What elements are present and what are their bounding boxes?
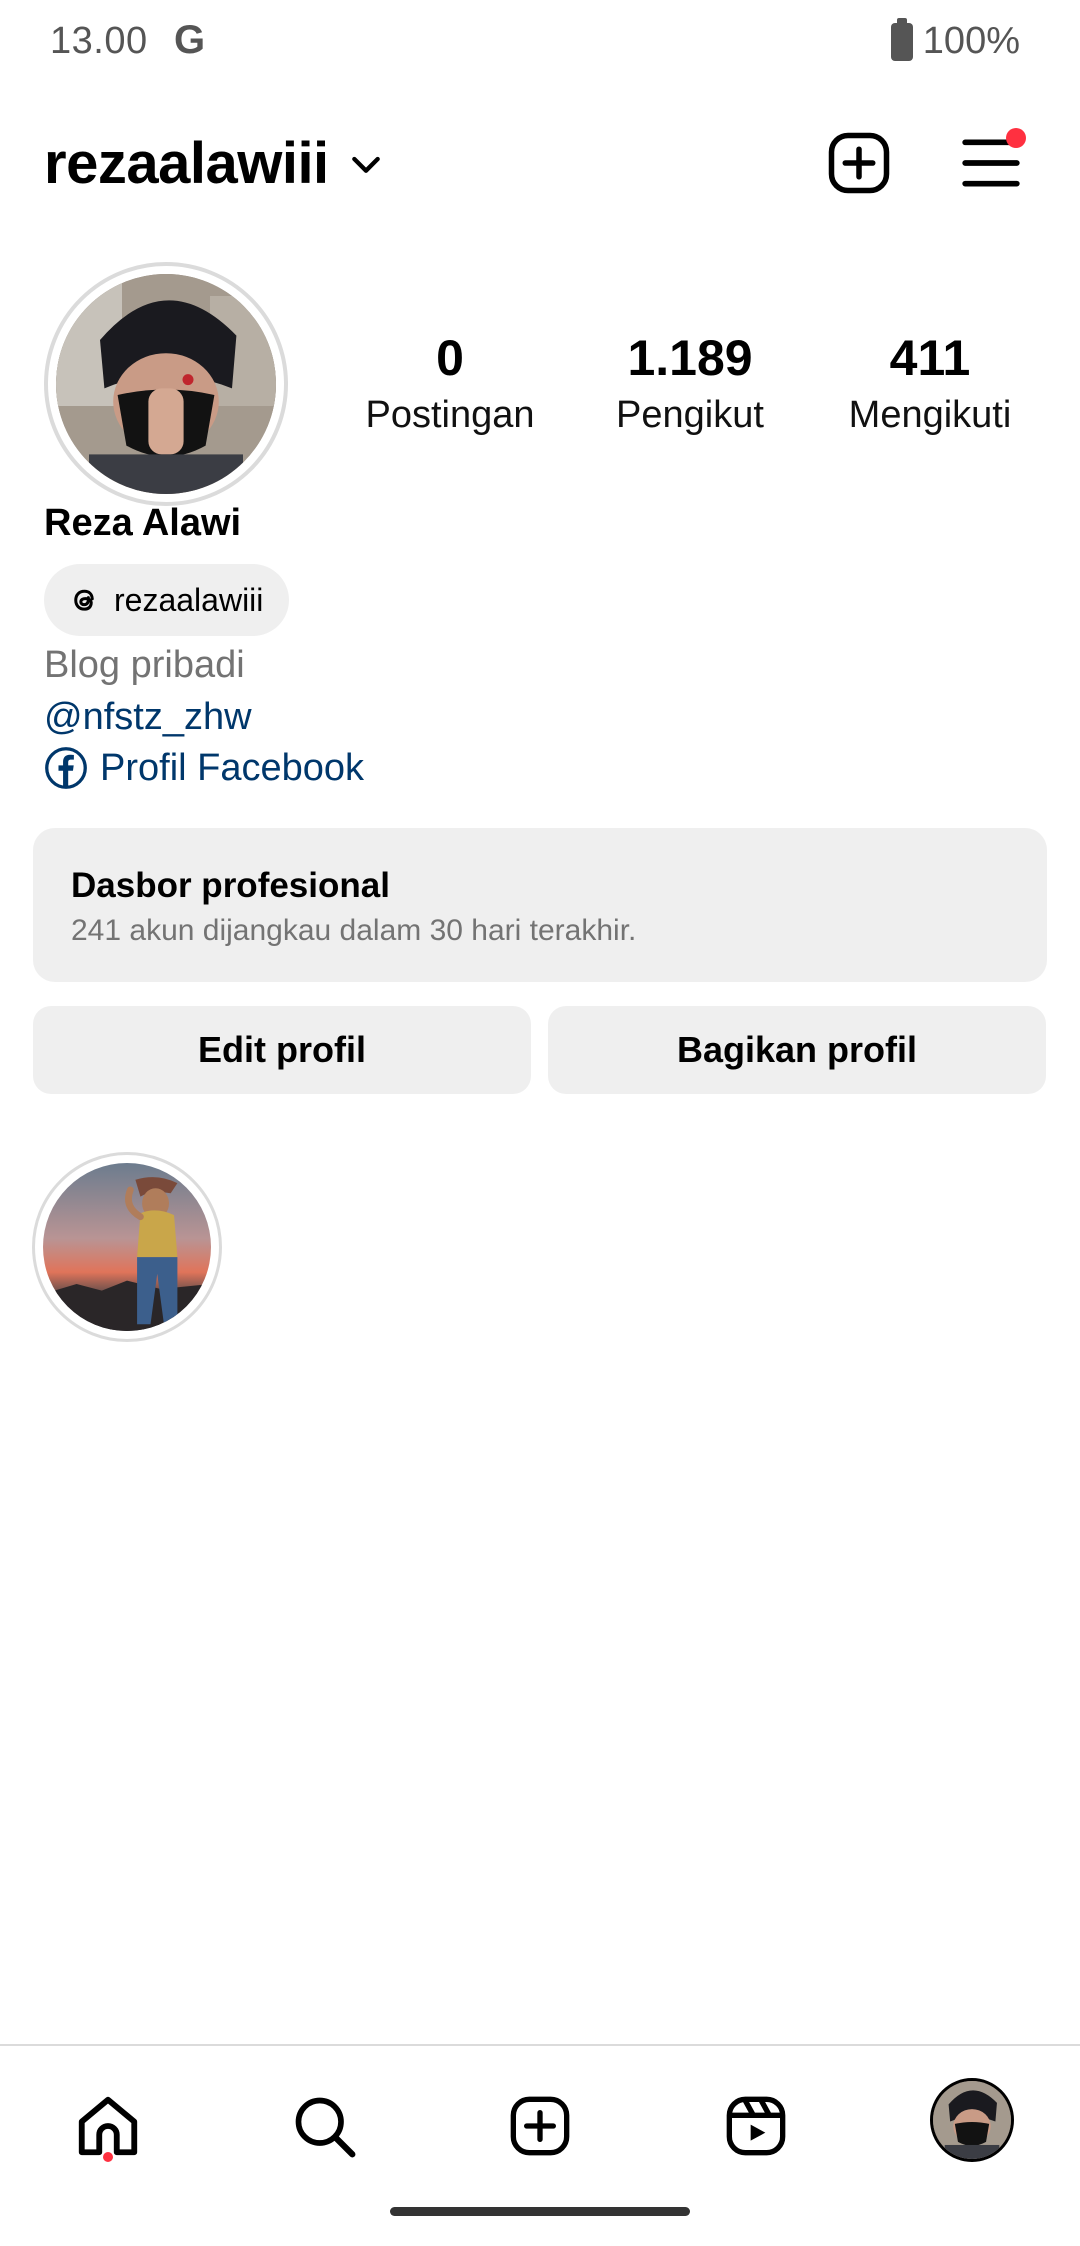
threads-badge[interactable]: rezaalawiii bbox=[44, 564, 290, 636]
home-notification-dot bbox=[103, 2152, 113, 2162]
profile-header: rezaalawiii bbox=[0, 110, 1080, 220]
chevron-down-icon[interactable] bbox=[346, 144, 386, 184]
search-icon bbox=[295, 2097, 356, 2158]
create-icon bbox=[510, 2096, 570, 2156]
profile-category: Blog pribadi bbox=[44, 644, 245, 686]
bottom-navigation bbox=[0, 2044, 1080, 2184]
facebook-icon bbox=[45, 747, 87, 789]
profile-stats: 0 Postingan 1.189 Pengikut 411 Mengikuti bbox=[330, 328, 1050, 440]
gesture-home-indicator[interactable] bbox=[390, 2207, 690, 2216]
avatar-image bbox=[56, 274, 276, 494]
status-time: 13.00 bbox=[50, 20, 148, 62]
profile-tab-avatar[interactable] bbox=[930, 2078, 1014, 2162]
display-name: Reza Alawi bbox=[44, 502, 242, 544]
posts-count: 0 bbox=[436, 330, 464, 386]
followers-label: Pengikut bbox=[616, 394, 764, 436]
facebook-link-label: Profil Facebook bbox=[100, 746, 365, 789]
share-profile-button[interactable]: Bagikan profil bbox=[548, 1006, 1046, 1094]
threads-icon bbox=[74, 589, 94, 611]
highlight-cover-image bbox=[43, 1163, 211, 1331]
status-bar: 13.00 G 100% bbox=[0, 0, 1080, 90]
google-icon: G bbox=[174, 18, 206, 62]
following-label: Mengikuti bbox=[848, 394, 1012, 436]
new-post-icon[interactable] bbox=[826, 130, 892, 196]
posts-label: Postingan bbox=[365, 394, 535, 436]
battery-status: 100% bbox=[890, 17, 1020, 63]
facebook-profile-link[interactable]: Profil Facebook bbox=[44, 746, 364, 790]
threads-handle: rezaalawiii bbox=[114, 581, 264, 618]
search-tab[interactable] bbox=[284, 2086, 364, 2166]
edit-profile-button[interactable]: Edit profil bbox=[33, 1006, 531, 1094]
stat-following[interactable]: 411 Mengikuti bbox=[810, 328, 1050, 440]
battery-percent: 100% bbox=[922, 20, 1020, 62]
profile-avatar[interactable] bbox=[44, 262, 288, 506]
dashboard-title: Dasbor profesional bbox=[71, 866, 390, 905]
professional-dashboard[interactable]: Dasbor profesional 241 akun dijangkau da… bbox=[33, 828, 1047, 982]
stat-followers[interactable]: 1.189 Pengikut bbox=[570, 328, 810, 440]
battery-icon bbox=[890, 17, 913, 61]
following-count: 411 bbox=[889, 330, 971, 386]
account-switcher-username[interactable]: rezaalawiii bbox=[44, 130, 329, 197]
bio-mention-link[interactable]: @nfstz_zhw bbox=[44, 696, 252, 739]
dashboard-subtitle: 241 akun dijangkau dalam 30 hari terakhi… bbox=[71, 914, 637, 947]
stat-posts[interactable]: 0 Postingan bbox=[330, 328, 570, 440]
reels-tab[interactable] bbox=[716, 2086, 796, 2166]
reels-icon bbox=[726, 2096, 786, 2156]
story-highlight[interactable] bbox=[32, 1152, 222, 1342]
followers-count: 1.189 bbox=[627, 330, 753, 386]
home-icon bbox=[78, 2096, 138, 2156]
menu-notification-dot bbox=[1006, 128, 1026, 148]
create-tab[interactable] bbox=[500, 2086, 580, 2166]
